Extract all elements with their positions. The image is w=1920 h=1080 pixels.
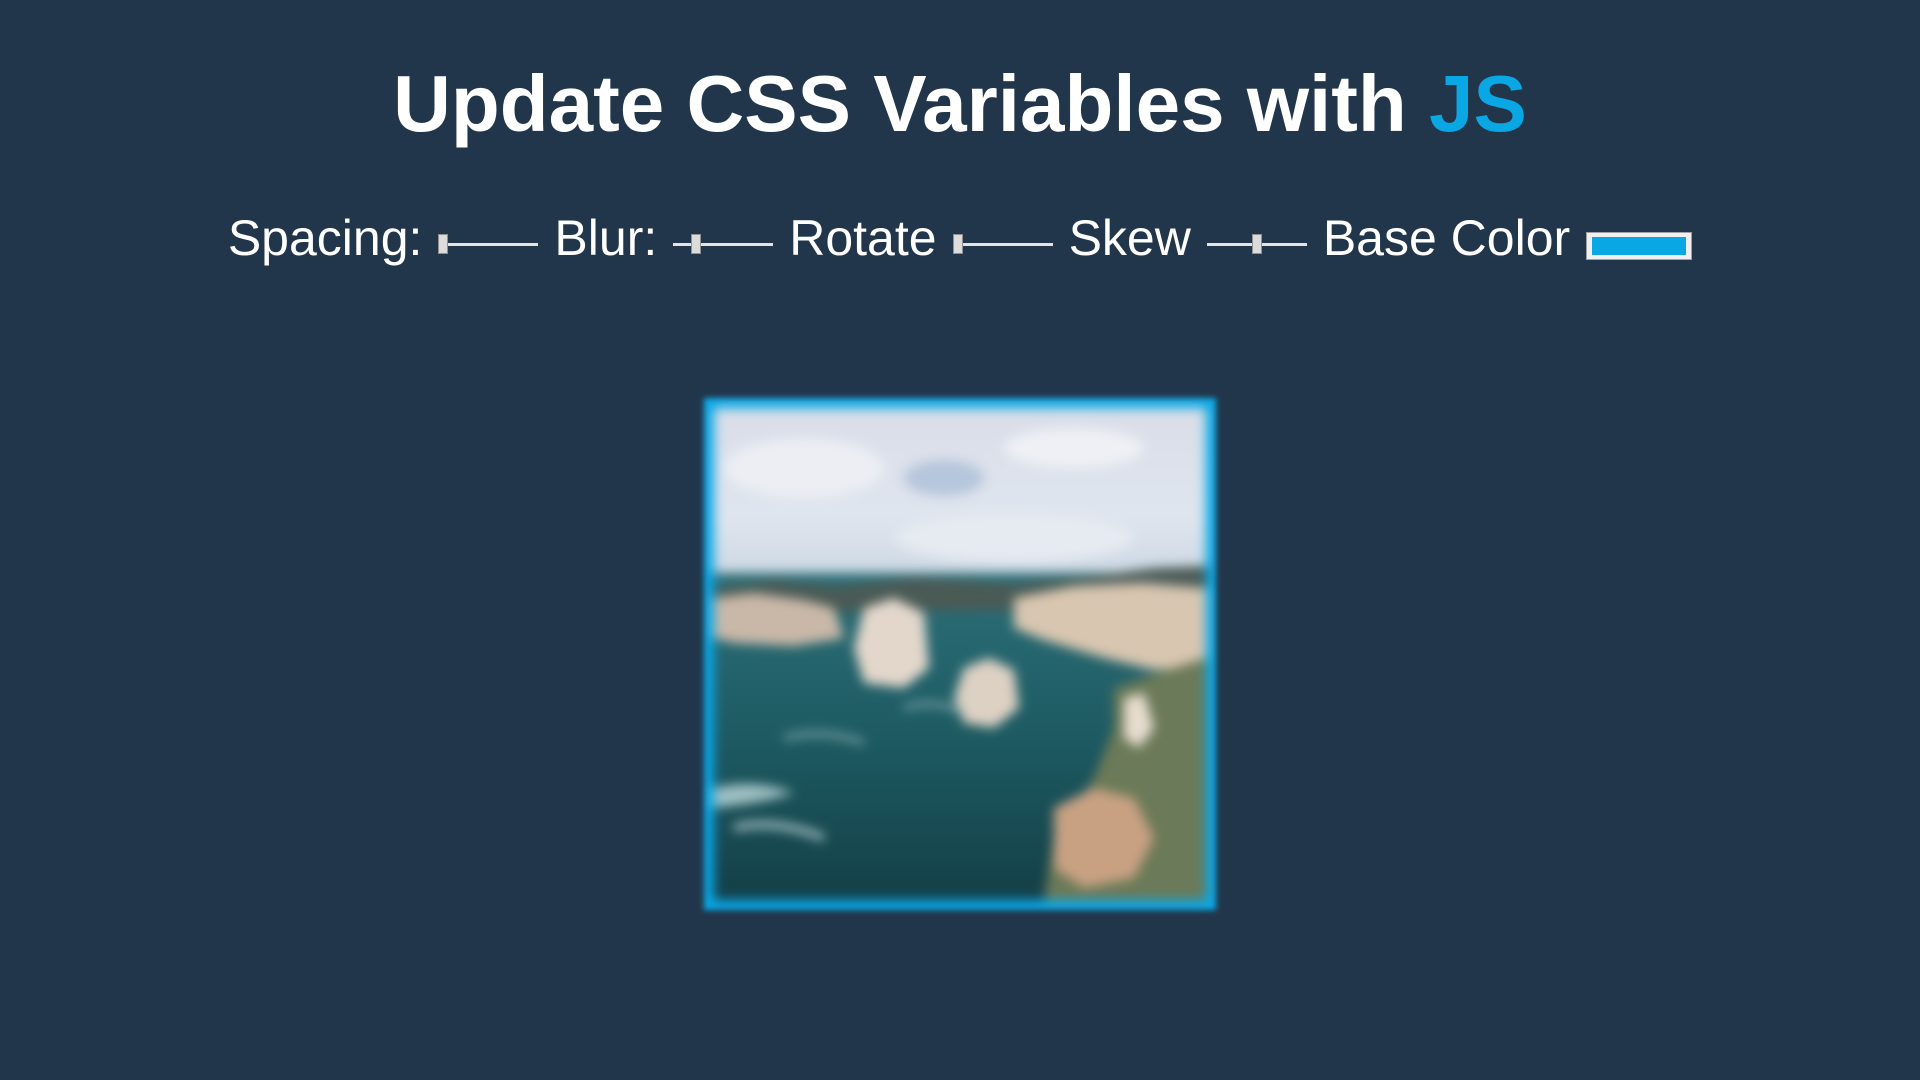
skew-slider-thumb[interactable]	[1251, 234, 1262, 254]
rotate-slider-thumb[interactable]	[952, 234, 963, 254]
base-color-swatch-fill	[1592, 237, 1687, 255]
page: Update CSS Variables with JS Spacing: Bl…	[0, 0, 1920, 1080]
skew-control: Skew	[1069, 208, 1323, 268]
spacing-slider-track	[438, 243, 539, 246]
rotate-control: Rotate	[789, 208, 1068, 268]
skew-label: Skew	[1068, 210, 1191, 266]
page-title-highlight: JS	[1429, 59, 1527, 148]
skew-slider[interactable]	[1206, 232, 1307, 256]
spacing-slider-thumb[interactable]	[438, 234, 449, 254]
rotate-slider[interactable]	[952, 232, 1053, 256]
coastal-cliffs-image	[714, 408, 1206, 900]
base-color-picker[interactable]	[1586, 232, 1693, 260]
base-color-label: Base Color	[1322, 210, 1571, 266]
page-title: Update CSS Variables with JS	[0, 58, 1920, 150]
blur-slider[interactable]	[673, 232, 774, 256]
rotate-slider-track	[952, 243, 1053, 246]
blur-slider-thumb[interactable]	[691, 234, 702, 254]
image-frame	[704, 398, 1216, 910]
spacing-control: Spacing:	[228, 208, 555, 268]
page-title-text: Update CSS Variables with	[393, 59, 1429, 148]
coastal-cliffs-illustration	[714, 408, 1206, 900]
blur-slider-track	[673, 243, 774, 246]
controls-bar: Spacing: Blur: Rotate Skew Base Color	[0, 208, 1920, 268]
base-color-control: Base Color	[1322, 208, 1693, 268]
spacing-slider[interactable]	[438, 232, 539, 256]
rotate-label: Rotate	[789, 210, 937, 266]
blur-control: Blur:	[554, 208, 789, 268]
spacing-label: Spacing:	[227, 210, 423, 266]
blur-label: Blur:	[554, 210, 658, 266]
